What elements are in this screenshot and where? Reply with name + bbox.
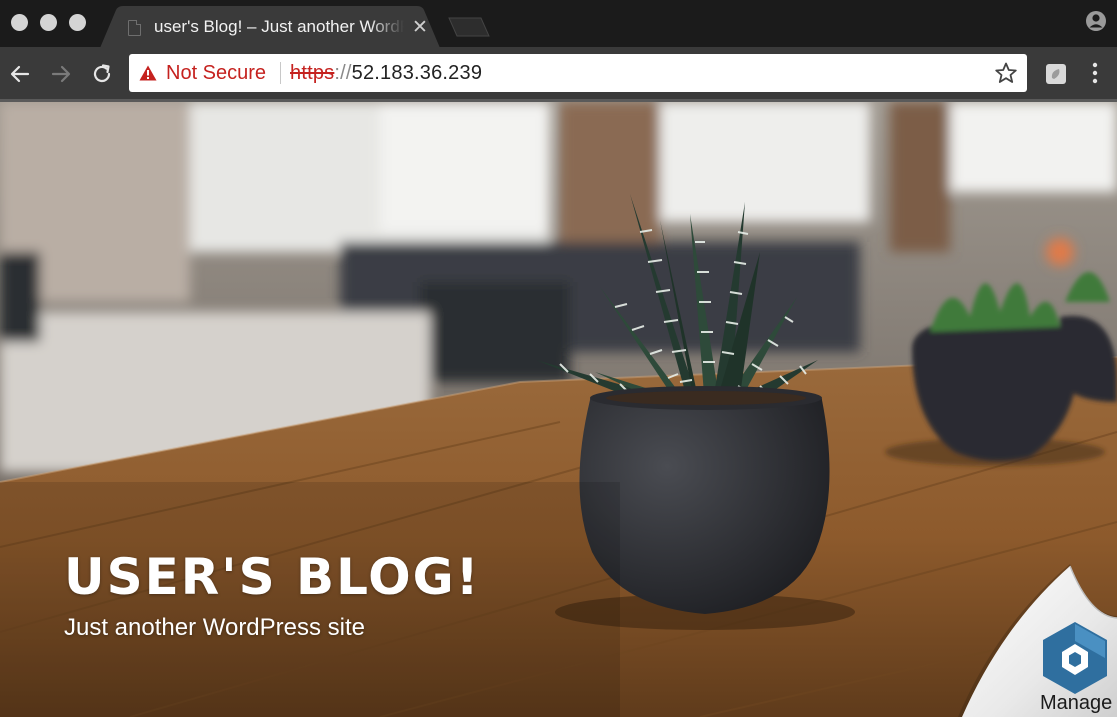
- profile-icon[interactable]: [1085, 10, 1107, 32]
- url-host: 52.183.36.239: [351, 62, 483, 84]
- site-tagline: Just another WordPress site: [64, 614, 366, 641]
- address-bar[interactable]: Not Secure https://52.183.36.239: [129, 54, 1027, 92]
- active-tab[interactable]: user's Blog! – Just another WordPress si…: [100, 6, 440, 48]
- site-title[interactable]: USER'S BLOG!: [64, 548, 481, 606]
- security-status[interactable]: Not Secure: [166, 62, 266, 85]
- page-viewport: USER'S BLOG! Just another WordPress site…: [0, 102, 1117, 717]
- url-separator: ://: [334, 62, 352, 84]
- manage-label: Manage: [1040, 692, 1113, 714]
- url-text[interactable]: https://52.183.36.239: [290, 62, 482, 85]
- menu-dots-icon[interactable]: [1090, 61, 1100, 85]
- warning-icon: [139, 65, 157, 81]
- browser-toolbar: Not Secure https://52.183.36.239: [0, 47, 1117, 99]
- star-icon[interactable]: [994, 61, 1018, 85]
- extension-icon[interactable]: [1045, 63, 1067, 85]
- page-icon: [128, 20, 141, 36]
- close-icon[interactable]: ✕: [412, 16, 428, 39]
- tab-strip: user's Blog! – Just another WordPress si…: [0, 0, 1117, 48]
- maximize-window-button[interactable]: [69, 14, 86, 31]
- url-scheme: https: [290, 62, 335, 84]
- minimize-window-button[interactable]: [40, 14, 57, 31]
- address-separator: [280, 62, 281, 84]
- back-arrow-icon[interactable]: [8, 62, 32, 86]
- new-tab-button[interactable]: [447, 16, 491, 38]
- manage-widget[interactable]: Manage: [958, 564, 1117, 717]
- reload-icon[interactable]: [90, 62, 114, 86]
- forward-arrow-icon[interactable]: [49, 62, 73, 86]
- close-window-button[interactable]: [11, 14, 28, 31]
- tab-title: user's Blog! – Just another WordPress si…: [154, 17, 404, 36]
